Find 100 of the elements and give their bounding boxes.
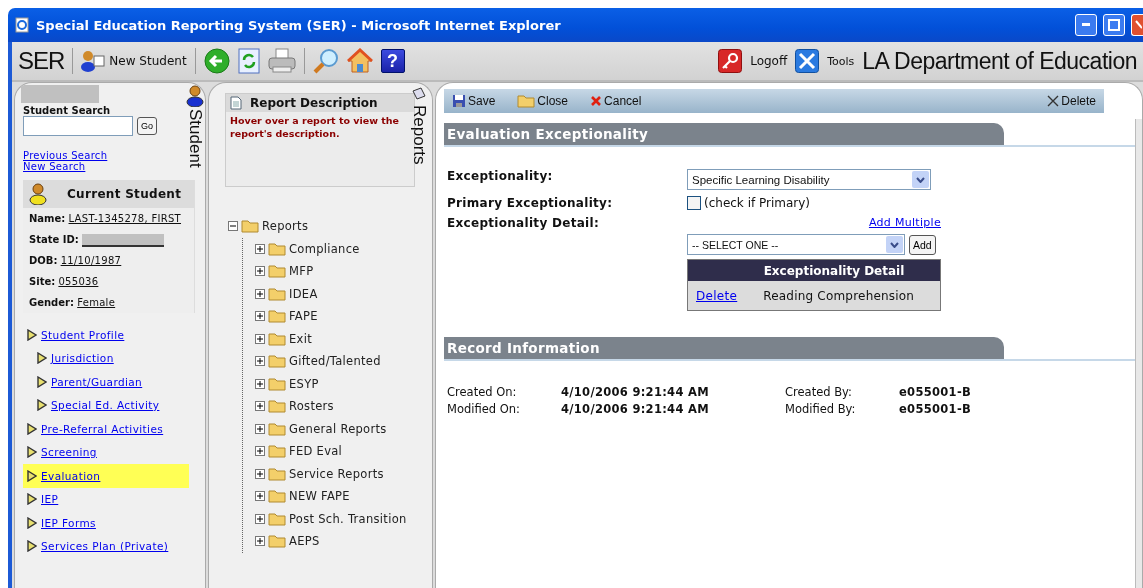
folder-icon: [268, 399, 286, 414]
folder-icon: [517, 94, 536, 108]
table-cell: Reading Comprehension: [763, 288, 915, 303]
reports-tab[interactable]: Reports: [409, 105, 429, 165]
tree-node[interactable]: Rosters: [255, 395, 409, 418]
go-button[interactable]: Go: [137, 117, 157, 135]
student-field: State ID:: [23, 229, 194, 250]
tree-node[interactable]: FAPE: [255, 305, 409, 328]
scrollbar[interactable]: [1135, 119, 1142, 588]
tree-node[interactable]: Exit: [255, 327, 409, 350]
tree-node[interactable]: Service Reports: [255, 462, 409, 485]
minimize-icon: [1082, 23, 1090, 27]
maximize-icon: [1108, 19, 1120, 31]
record-label: Modified On:: [447, 402, 521, 416]
student-field: Site: 055036: [23, 271, 194, 292]
plus-icon: [255, 243, 265, 254]
current-student-header: Current Student: [23, 180, 194, 208]
nav-link[interactable]: Evaluation: [23, 464, 189, 488]
search-link[interactable]: Previous Search: [23, 150, 185, 161]
plus-icon: [255, 311, 265, 322]
tree-node[interactable]: Post Sch. Transition: [255, 507, 409, 530]
caret-icon: [886, 236, 903, 253]
search-field[interactable]: [23, 116, 133, 136]
folder-icon: [268, 421, 286, 436]
tree-node[interactable]: General Reports: [255, 417, 409, 440]
home-icon[interactable]: [346, 48, 373, 74]
tools-button[interactable]: Tools: [827, 54, 855, 68]
tree-node[interactable]: Reports: [228, 215, 409, 238]
folder-icon: [268, 286, 286, 301]
minimize-button[interactable]: [1075, 14, 1097, 36]
plus-icon: [255, 491, 265, 502]
nav-link[interactable]: Parent/Guardian: [23, 370, 189, 394]
tree-node[interactable]: AEPS: [255, 530, 409, 553]
close-icon: [590, 95, 603, 107]
nav-link[interactable]: Pre-Referral Activities: [23, 417, 189, 441]
student-tab[interactable]: Student: [185, 109, 205, 168]
key-icon[interactable]: [718, 49, 743, 73]
delete-link[interactable]: Delete: [696, 288, 738, 303]
tree-node[interactable]: NEW FAPE: [255, 485, 409, 508]
refresh-icon[interactable]: [237, 48, 260, 74]
checkbox[interactable]: [687, 196, 701, 210]
organization-name: LA Department of Education: [862, 47, 1137, 75]
maximize-button[interactable]: [1103, 14, 1125, 36]
nav-link[interactable]: Jurisdiction: [23, 346, 189, 370]
tree-node[interactable]: ESYP: [255, 372, 409, 395]
tree-node[interactable]: IDEA: [255, 282, 409, 305]
nav-link[interactable]: IEP Forms: [23, 511, 189, 535]
description-title: Report Description: [250, 96, 378, 110]
triangle-icon: [27, 493, 37, 506]
logoff-button[interactable]: Logoff: [750, 54, 788, 68]
nav-link[interactable]: Services Plan (Private): [23, 534, 189, 558]
folder-icon: [268, 264, 286, 279]
plus-icon: [255, 468, 265, 479]
close-icon: [1047, 95, 1060, 107]
nav-link[interactable]: Screening: [23, 440, 189, 464]
field-label: Exceptionality Detail:: [447, 216, 601, 232]
record-value: e055001-B: [899, 385, 973, 399]
new-student-button[interactable]: New Student: [81, 50, 187, 72]
folder-icon: [268, 376, 286, 391]
close-button[interactable]: Close: [517, 94, 569, 108]
plus-icon: [255, 288, 265, 299]
exceptionality-dropdown[interactable]: Specific Learning Disability: [687, 169, 931, 190]
plus-icon: [255, 536, 265, 547]
tree-node[interactable]: Gifted/Talented: [255, 350, 409, 373]
folder-icon: [268, 331, 286, 346]
triangle-icon: [27, 469, 37, 482]
app-name: SER: [18, 47, 65, 75]
delete-button[interactable]: Delete: [1047, 94, 1096, 108]
triangle-icon: [27, 516, 37, 529]
search-link[interactable]: New Search: [23, 161, 185, 172]
triangle-icon: [37, 352, 47, 365]
tree-node[interactable]: Compliance: [255, 237, 409, 260]
plus-icon: [255, 446, 265, 457]
folder-icon: [268, 309, 286, 324]
folder-icon: [268, 241, 286, 256]
field-label: Primary Exceptionality:: [447, 196, 614, 210]
section-header: Evaluation Exceptionality: [444, 123, 1004, 145]
minus-icon: [228, 221, 238, 232]
nav-link[interactable]: IEP: [23, 487, 189, 511]
person-card-icon: [81, 50, 106, 72]
cancel-button[interactable]: Cancel: [590, 94, 642, 108]
back-icon[interactable]: [203, 48, 230, 74]
nav-link[interactable]: Student Profile: [23, 323, 189, 347]
detail-dropdown[interactable]: -- SELECT ONE --: [687, 234, 905, 255]
tree-node[interactable]: MFP: [255, 260, 409, 283]
tree-node[interactable]: FED Eval: [255, 440, 409, 463]
add-button[interactable]: Add: [909, 234, 936, 255]
save-button[interactable]: Save: [452, 94, 496, 108]
record-value: e055001-B: [899, 402, 973, 416]
close-icon: [1133, 19, 1142, 31]
help-button[interactable]: ?: [380, 49, 405, 73]
add-multiple-link[interactable]: Add Multiple: [868, 216, 941, 229]
folder-icon: [268, 534, 286, 549]
printer-icon[interactable]: [267, 48, 296, 74]
nav-link[interactable]: Special Ed. Activity: [23, 393, 189, 417]
search-icon[interactable]: [312, 48, 339, 74]
triangle-icon: [37, 375, 47, 388]
folder-icon: [241, 219, 259, 234]
triangle-icon: [27, 328, 37, 341]
close-button[interactable]: [1131, 14, 1143, 36]
